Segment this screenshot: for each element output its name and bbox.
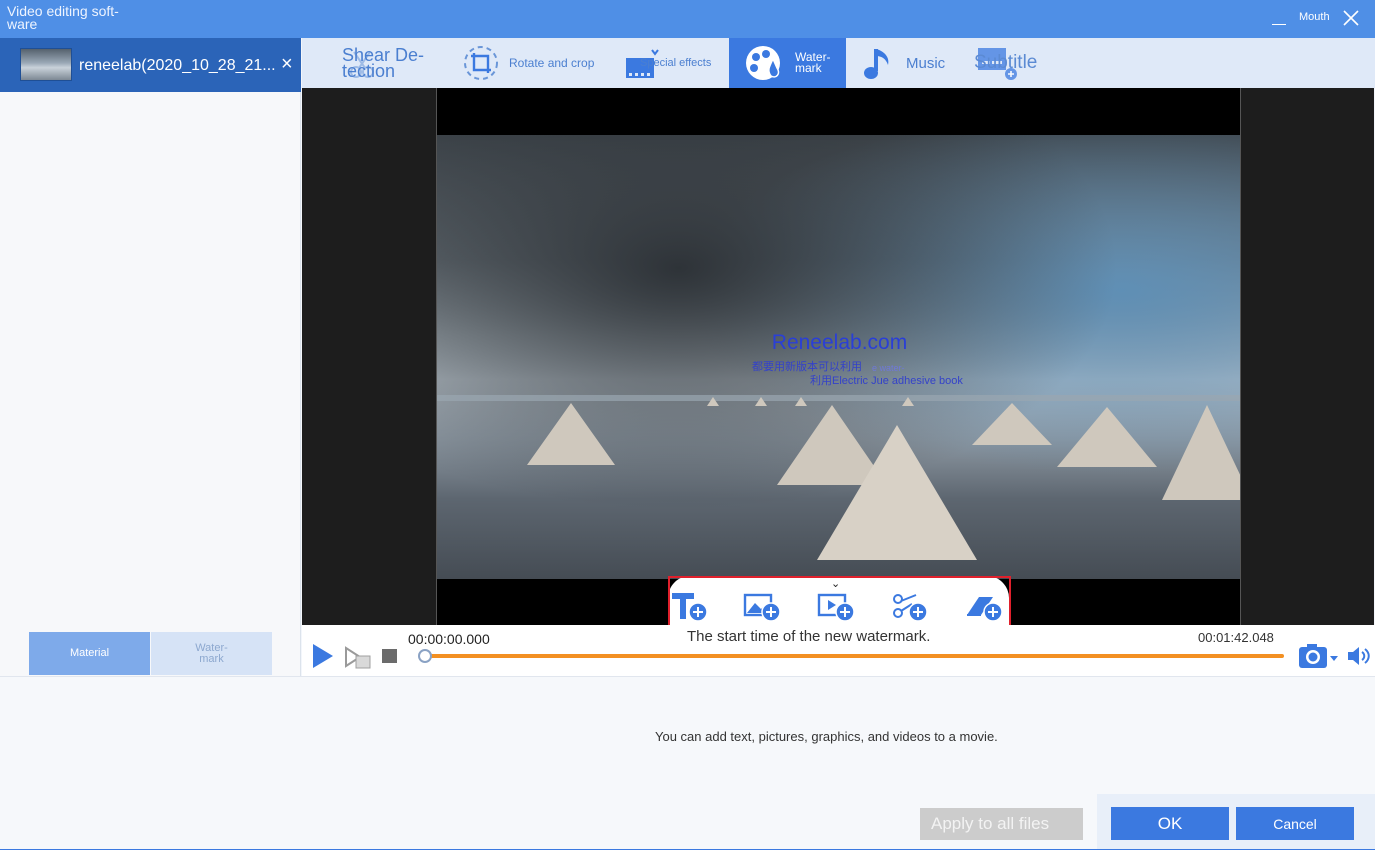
tool-music-label: Music bbox=[906, 54, 946, 72]
minimize-button[interactable] bbox=[1271, 10, 1287, 28]
horizon-line bbox=[437, 395, 1240, 401]
salt-mound bbox=[707, 397, 719, 406]
add-text-watermark-button[interactable] bbox=[670, 589, 710, 623]
video-thumbnail bbox=[20, 48, 72, 81]
app-title-text: Video editing soft- ware bbox=[7, 3, 119, 32]
add-video-watermark-button[interactable] bbox=[817, 589, 857, 623]
title-bar: Video editing soft- ware Mouth bbox=[0, 0, 1375, 38]
salt-mound bbox=[527, 403, 615, 465]
left-panel bbox=[0, 92, 301, 676]
app-title: Video editing soft- ware bbox=[7, 3, 137, 32]
remove-watermark-button[interactable] bbox=[963, 589, 1003, 623]
bottom-panel: You can add text, pictures, graphics, an… bbox=[0, 676, 1375, 850]
tool-rotate-crop[interactable]: Rotate and crop bbox=[462, 38, 602, 88]
tab-watermark[interactable]: Water- mark bbox=[151, 632, 272, 675]
add-graphic-watermark-button[interactable] bbox=[890, 589, 930, 623]
volume-icon bbox=[1348, 647, 1370, 665]
music-note-icon bbox=[864, 49, 889, 79]
volume-button[interactable] bbox=[1346, 644, 1372, 668]
tool-shear-detection-label: Shear De- tection bbox=[342, 45, 425, 81]
add-graphic-icon bbox=[893, 594, 928, 622]
apply-to-all-files-button[interactable]: Apply to all files bbox=[920, 808, 1083, 840]
tab-material-label: Material bbox=[69, 647, 110, 659]
stop-button[interactable] bbox=[382, 649, 397, 663]
salt-mound bbox=[902, 397, 914, 406]
bottom-hint: You can add text, pictures, graphics, an… bbox=[655, 729, 998, 744]
watermark-text-sub2[interactable]: 利用Electric Jue adhesive book bbox=[810, 372, 963, 388]
crop-icon bbox=[464, 46, 498, 80]
close-icon bbox=[1343, 10, 1359, 26]
salt-mound bbox=[795, 397, 807, 406]
current-time: 00:00:00.000 bbox=[408, 631, 490, 647]
video-preview: Reneelab.com 都要用新版本可以利用 e water- 利用Elect… bbox=[302, 88, 1374, 625]
editing-toolbar: Shear De- tection Rotate and crop Specia… bbox=[302, 38, 1375, 88]
video-frame[interactable]: Reneelab.com 都要用新版本可以利用 e water- 利用Elect… bbox=[436, 88, 1241, 625]
salt-mound bbox=[1162, 405, 1240, 500]
timeline-handle[interactable] bbox=[418, 649, 432, 663]
step-forward-button[interactable] bbox=[342, 644, 372, 670]
camera-icon bbox=[1299, 644, 1338, 668]
tool-subtitle-label: Subtitle bbox=[974, 52, 1038, 73]
tool-subtitle[interactable]: Subtitle bbox=[974, 38, 1074, 88]
add-video-icon bbox=[817, 593, 855, 622]
add-picture-watermark-button[interactable] bbox=[743, 589, 783, 623]
file-tab[interactable]: reneelab(2020_10_28_21... × bbox=[0, 38, 301, 92]
video-image bbox=[437, 135, 1240, 579]
add-text-icon bbox=[672, 593, 708, 622]
tool-music[interactable]: Music bbox=[862, 38, 962, 88]
close-file-button[interactable]: × bbox=[281, 54, 293, 74]
snapshot-button[interactable] bbox=[1298, 642, 1338, 670]
watermark-text-main[interactable]: Reneelab.com bbox=[437, 331, 1240, 355]
step-forward-icon bbox=[345, 646, 371, 669]
salt-mound bbox=[1057, 407, 1157, 467]
salt-mound bbox=[755, 397, 767, 406]
tab-material[interactable]: Material bbox=[29, 632, 150, 675]
watermark-start-time-hint: The start time of the new watermark. bbox=[687, 628, 931, 645]
eraser-icon bbox=[967, 597, 1003, 622]
tool-watermark[interactable]: Water- mark bbox=[729, 38, 846, 88]
total-duration: 00:01:42.048 bbox=[1198, 630, 1274, 645]
watermark-icon bbox=[746, 46, 780, 80]
add-picture-icon bbox=[743, 593, 781, 622]
ok-button[interactable]: OK bbox=[1111, 807, 1229, 840]
tab-watermark-label: Water- mark bbox=[195, 641, 228, 665]
play-button[interactable] bbox=[313, 644, 333, 668]
cancel-button[interactable]: Cancel bbox=[1236, 807, 1354, 840]
close-window-button[interactable] bbox=[1342, 9, 1360, 27]
file-name: reneelab(2020_10_28_21... bbox=[79, 57, 276, 74]
salt-mound bbox=[972, 403, 1052, 445]
salt-mound bbox=[817, 425, 977, 560]
mouth-label: Mouth bbox=[1299, 11, 1330, 23]
tool-rotate-crop-label: Rotate and crop bbox=[509, 56, 595, 70]
tool-shear-detection[interactable]: Shear De- tection bbox=[342, 38, 452, 88]
tool-watermark-label: Water- mark bbox=[795, 50, 831, 75]
tool-special-effects[interactable]: Special effects bbox=[624, 38, 728, 88]
timeline-slider[interactable] bbox=[418, 649, 1284, 663]
tool-special-effects-label: Special effects bbox=[640, 57, 712, 69]
playback-controls: 00:00:00.000 The start time of the new w… bbox=[302, 625, 1375, 676]
